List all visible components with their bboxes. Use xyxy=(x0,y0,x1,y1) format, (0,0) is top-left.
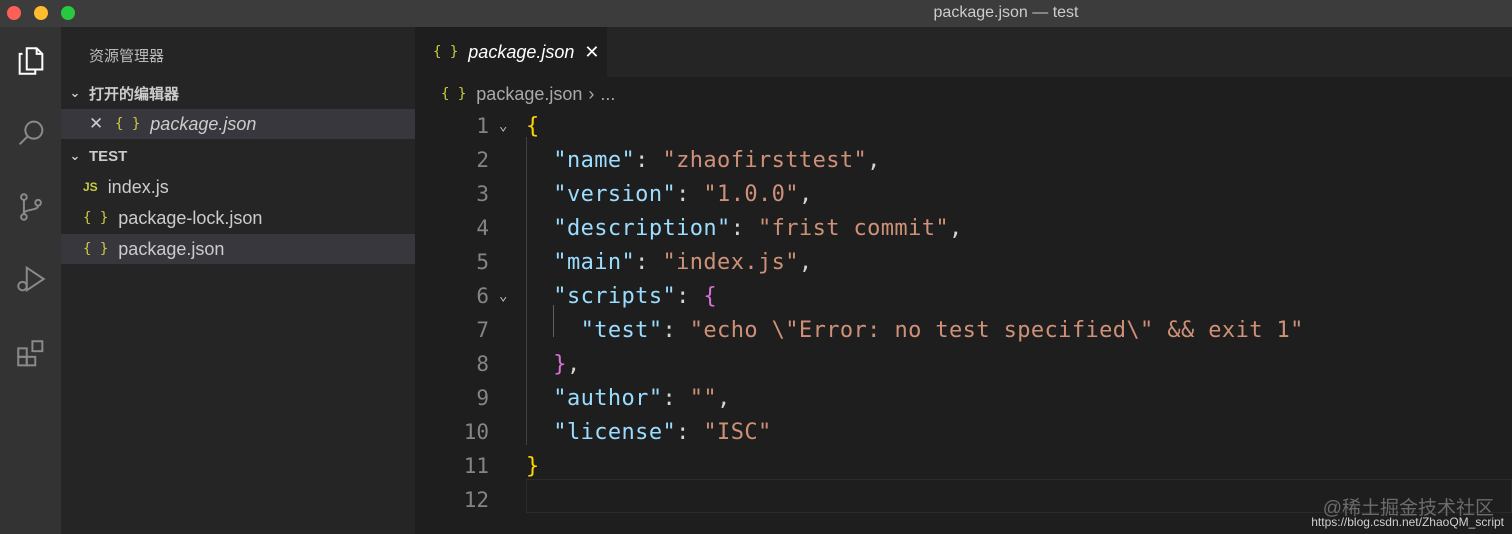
chevron-right-icon: › xyxy=(588,83,595,104)
line-number: 11 xyxy=(463,454,489,478)
breadcrumb: { } package.json › ... xyxy=(441,82,615,106)
json-value: "echo \"Error: no test specified\" && ex… xyxy=(689,317,1304,343)
extensions-button[interactable] xyxy=(0,324,61,384)
source-control-button[interactable] xyxy=(0,177,61,237)
open-editors-label: 打开的编辑器 xyxy=(89,85,180,103)
close-icon[interactable]: ✕ xyxy=(89,114,107,134)
tab-label: package.json xyxy=(468,41,575,62)
search-button[interactable] xyxy=(0,103,61,163)
run-debug-icon xyxy=(16,265,46,293)
tab-bar: { } package.json ✕ xyxy=(415,27,1512,77)
code-line[interactable]: 10 "license": "ISC" xyxy=(415,415,1512,449)
file-name: package-lock.json xyxy=(118,207,263,228)
chevron-down-icon[interactable]: ⌄ xyxy=(499,288,507,304)
file-name: package.json xyxy=(118,238,225,259)
line-number: 9 xyxy=(476,386,489,410)
open-editors-section[interactable]: ⌄ 打开的编辑器 xyxy=(61,79,415,107)
json-value: "index.js" xyxy=(662,249,799,275)
json-file-icon: { } xyxy=(441,86,467,102)
files-icon xyxy=(18,47,43,75)
title-bar: package.json — test xyxy=(0,0,1512,27)
json-key: "license" xyxy=(553,419,677,445)
file-item-index-js[interactable]: JS index.js xyxy=(61,172,415,202)
workspace-section[interactable]: ⌄ TEST xyxy=(61,142,415,170)
code-line[interactable]: 6 ⌄ "scripts": { xyxy=(415,279,1512,313)
line-number: 1 xyxy=(476,114,489,138)
json-key: "scripts" xyxy=(553,283,677,309)
json-file-icon: { } xyxy=(83,241,109,257)
file-item-package-json[interactable]: { } package.json xyxy=(61,234,415,264)
code-line[interactable]: 1 ⌄ { xyxy=(415,109,1512,143)
workspace-label: TEST xyxy=(89,147,128,165)
line-number: 2 xyxy=(476,148,489,172)
json-value: "" xyxy=(689,385,718,411)
code-line[interactable]: 7 "test": "echo \"Error: no test specifi… xyxy=(415,313,1512,347)
breadcrumb-file[interactable]: package.json xyxy=(476,84,582,105)
search-icon xyxy=(18,120,43,146)
line-number: 6 xyxy=(476,284,489,308)
code-line[interactable]: 8 }, xyxy=(415,347,1512,381)
close-icon[interactable]: ✕ xyxy=(584,42,599,63)
code-line[interactable]: 5 "main": "index.js", xyxy=(415,245,1512,279)
extensions-icon xyxy=(16,340,43,367)
line-number: 8 xyxy=(476,352,489,376)
activity-bar xyxy=(0,27,61,534)
line-number: 5 xyxy=(476,250,489,274)
code-line[interactable]: 4 "description": "frist commit", xyxy=(415,211,1512,245)
chevron-down-icon: ⌄ xyxy=(69,85,81,100)
editor-area: { } package.json ✕ { } package.json › ..… xyxy=(415,27,1512,534)
chevron-down-icon: ⌄ xyxy=(69,148,81,163)
run-debug-button[interactable] xyxy=(0,249,61,309)
sidebar-title: 资源管理器 xyxy=(89,48,165,65)
json-value: "zhaofirsttest" xyxy=(662,147,868,173)
open-editor-name: package.json xyxy=(150,113,257,134)
file-item-package-lock-json[interactable]: { } package-lock.json xyxy=(61,203,415,233)
line-number: 12 xyxy=(463,488,489,512)
explorer-sidebar: 资源管理器 ⌄ 打开的编辑器 ✕ { } package.json ⌄ TEST… xyxy=(61,27,415,534)
window-title: package.json — test xyxy=(933,4,1079,21)
json-file-icon: { } xyxy=(115,116,141,132)
code-line[interactable]: 11 } xyxy=(415,449,1512,483)
json-value: "1.0.0" xyxy=(703,181,799,207)
json-file-icon: { } xyxy=(83,210,109,226)
file-name: index.js xyxy=(107,176,169,197)
code-line[interactable]: 9 "author": "", xyxy=(415,381,1512,415)
json-key: "author" xyxy=(553,385,663,411)
js-file-icon: JS xyxy=(83,180,98,194)
code-line[interactable]: 3 "version": "1.0.0", xyxy=(415,177,1512,211)
line-number: 4 xyxy=(476,216,489,240)
source-control-icon xyxy=(19,193,42,221)
json-key: "test" xyxy=(580,317,663,343)
explorer-button[interactable] xyxy=(0,31,61,91)
watermark-url: https://blog.csdn.net/ZhaoQM_script xyxy=(1311,515,1504,529)
line-number: 7 xyxy=(476,318,489,342)
json-file-icon: { } xyxy=(433,44,459,60)
json-key: "version" xyxy=(553,181,677,207)
json-key: "main" xyxy=(553,249,636,275)
json-value: "ISC" xyxy=(703,419,772,445)
line-number: 3 xyxy=(476,182,489,206)
open-editor-item[interactable]: ✕ { } package.json xyxy=(61,109,415,139)
json-key: "name" xyxy=(553,147,636,173)
tab-package-json[interactable]: { } package.json ✕ xyxy=(415,27,607,77)
breadcrumb-rest[interactable]: ... xyxy=(600,84,615,105)
line-number: 10 xyxy=(463,420,489,444)
code-line[interactable]: 2 "name": "zhaofirsttest", xyxy=(415,143,1512,177)
json-value: "frist commit" xyxy=(757,215,950,241)
chevron-down-icon[interactable]: ⌄ xyxy=(499,118,507,134)
json-key: "description" xyxy=(553,215,731,241)
